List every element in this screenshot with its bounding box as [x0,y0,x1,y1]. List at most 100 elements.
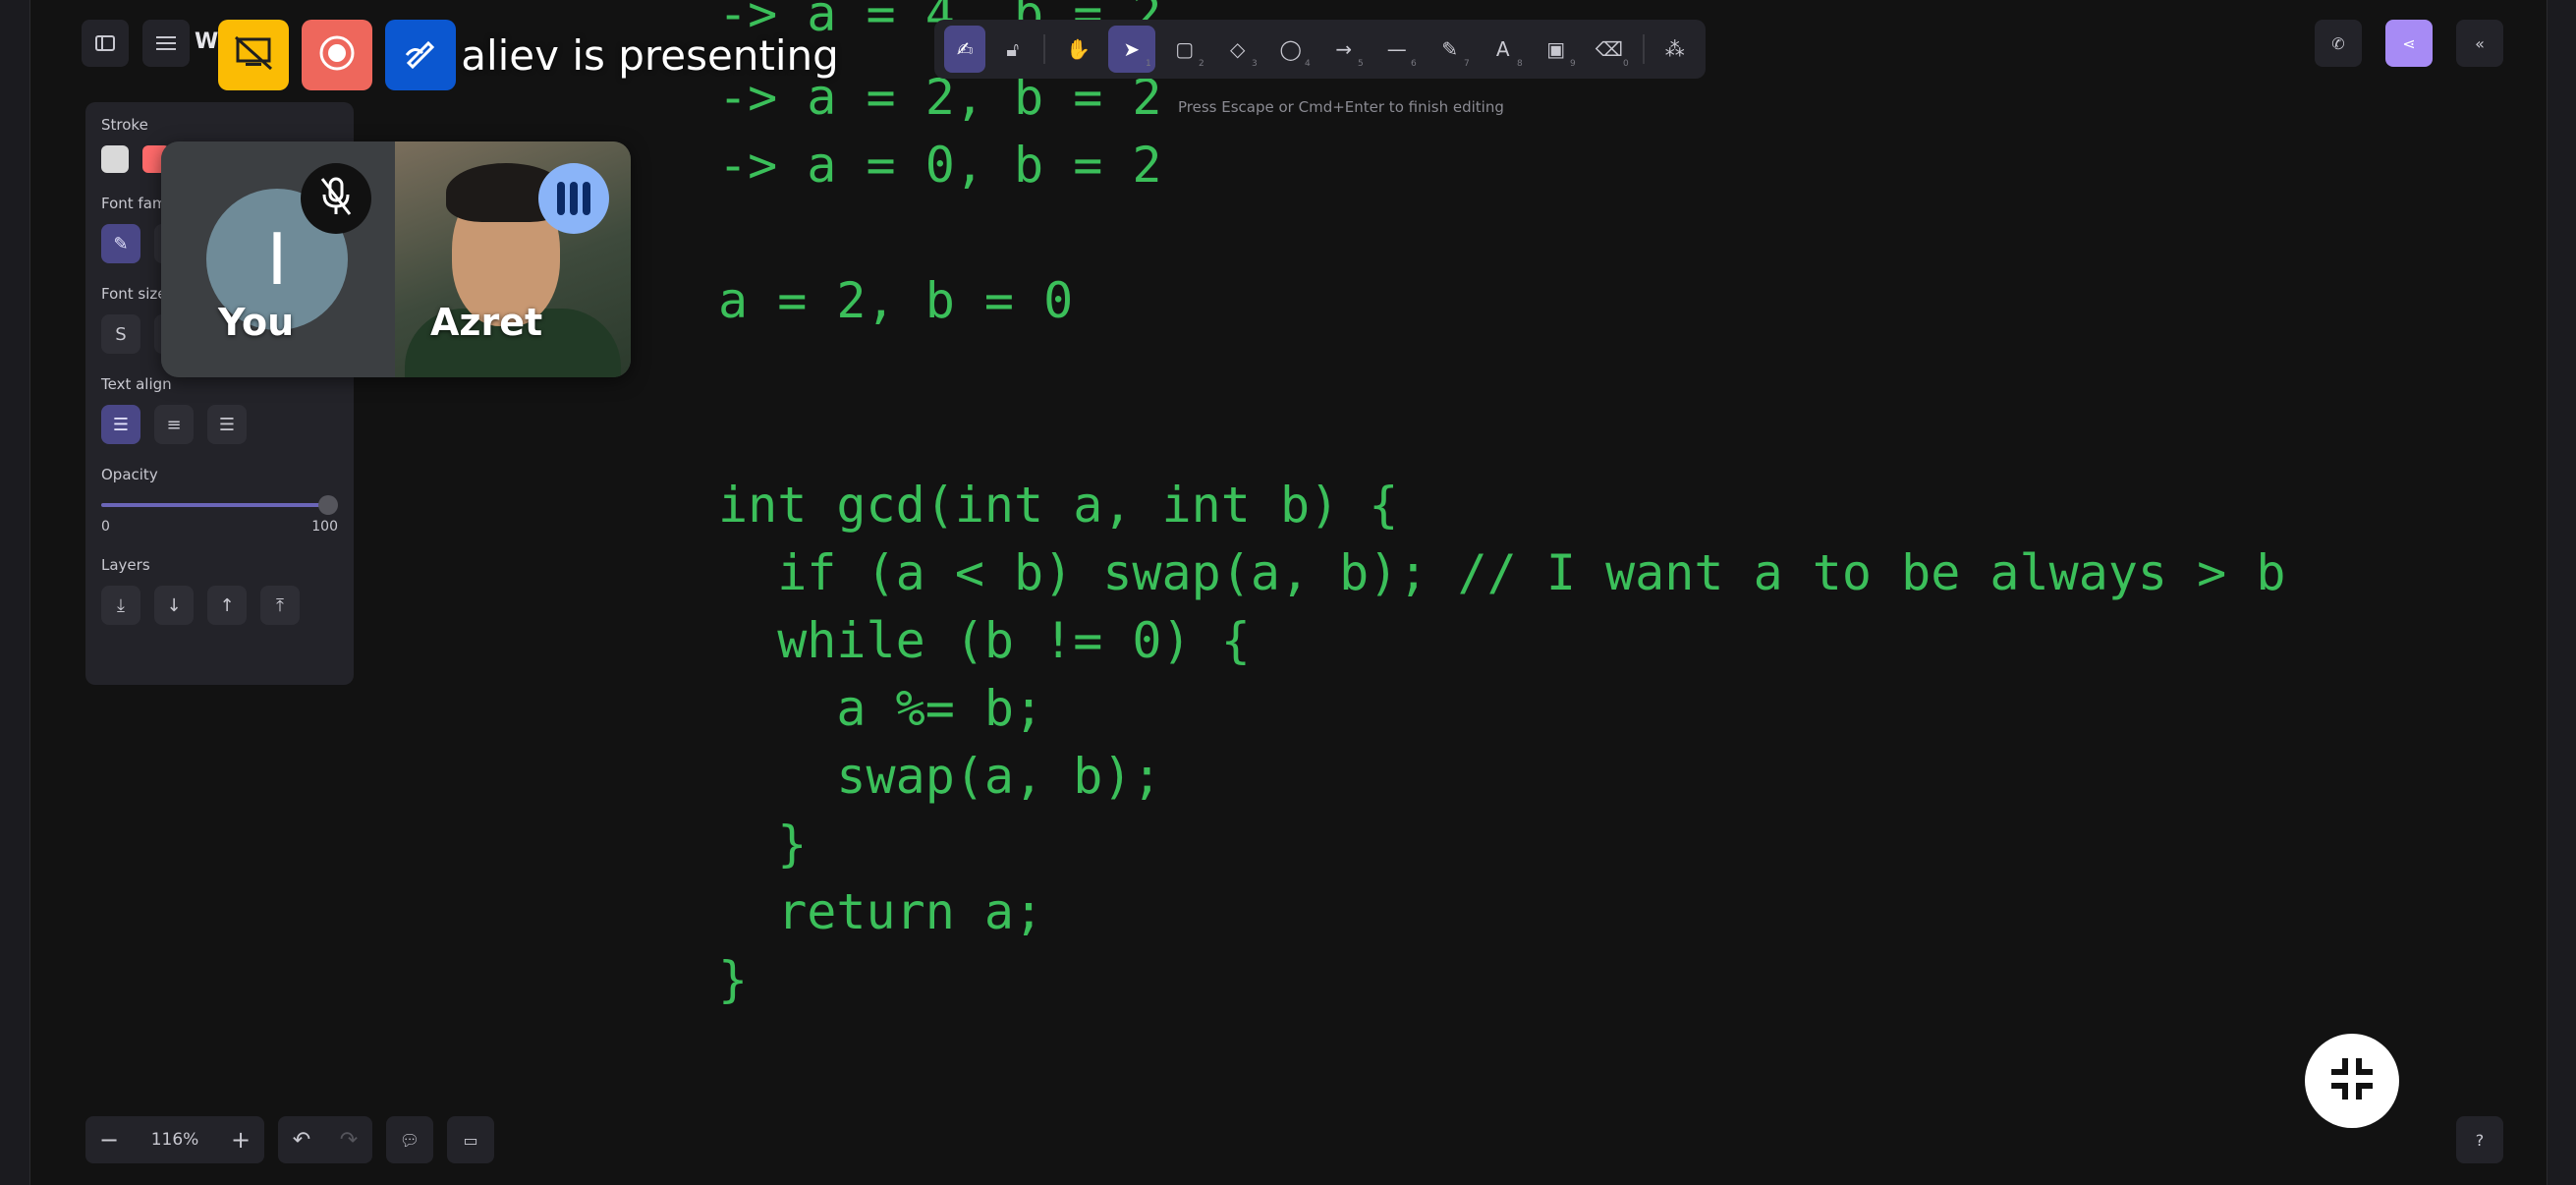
align-right-button[interactable]: ☰ [207,405,247,444]
pen-mode-button[interactable]: ✍ [944,26,986,73]
self-name: You [218,301,295,344]
tool-shortcut-key: 1 [1146,59,1151,69]
align-left-button[interactable]: ☰ [101,405,140,444]
arrow-tool-button[interactable]: → 5 [1320,26,1368,73]
audio-bar [557,182,565,215]
toolbar-divider [1642,34,1645,64]
send-to-back-button[interactable]: ⤓ [101,586,140,625]
help-button[interactable]: ? [2456,1116,2503,1163]
stop-share-icon [234,35,273,75]
board-line: if (a < b) swap(a, b); // I want a to be… [718,544,2286,601]
board-line: while (b != 0) { [718,612,1251,669]
board-line: swap(a, b); [718,748,1162,805]
zoom-out-button[interactable]: − [85,1116,133,1163]
participant-tiles[interactable]: I You Azret [161,141,631,377]
double-chevron-left-icon: « [2475,33,2485,53]
board-line: } [718,816,808,873]
drawing-toolbar: ✍ 🔓︎ ✋ ➤ 1 ▢ 2 ◇ 3 ◯ 4 → 5—6 ✎ 7 A 8 ▣ 9 ⌫ 0 ⁂ [934,20,1706,79]
pencil-icon: ✎ [113,233,129,254]
layers-label: Layers [101,556,150,574]
opacity-slider-handle[interactable] [318,495,338,515]
stroke-color-swatch[interactable] [101,145,129,173]
undo-button[interactable]: ↶ [278,1116,325,1163]
hand-tool-button[interactable]: ✋ [1055,26,1102,73]
send-backward-button[interactable]: ↓ [154,586,194,625]
image-tool-button[interactable]: ▣ 9 [1533,26,1580,73]
text-align-label: Text align [101,375,172,393]
selection-tool-button[interactable]: ➤ 1 [1107,26,1155,73]
tool-shortcut-key: 0 [1623,59,1629,69]
redo-button[interactable]: ↷ [325,1116,372,1163]
presentation-icon: ▭ [463,1130,478,1150]
share-icon: ⋖ [2402,33,2416,53]
arrow-down-icon: ↓ [166,594,182,616]
sidebar-toggle-button[interactable] [82,20,129,67]
zoom-in-button[interactable]: + [217,1116,264,1163]
opacity-max-label: 100 [311,519,338,535]
tool-shortcut-key: 8 [1517,59,1523,69]
exit-fullscreen-icon [2327,1054,2377,1107]
eraser-tool-icon: ⌫ [1595,37,1623,61]
arrow-up-icon: ↑ [219,594,235,616]
rectangle-tool-button[interactable]: ▢ 2 [1161,26,1208,73]
presentation-button[interactable]: ▭ [447,1116,494,1163]
board-line: -> a = 0, b = 2 [718,137,1162,194]
tool-shortcut-key: 6 [1411,59,1417,69]
board-line: int gcd(int a, int b) { [718,477,1399,534]
align-left-icon: ☰ [112,414,130,435]
ellipse-tool-icon: ◯ [1279,37,1302,61]
bring-to-front-button[interactable]: ⤒ [260,586,300,625]
opacity-min-label: 0 [101,519,110,535]
hand-tool-icon: ✋ [1066,37,1092,61]
bring-to-front-icon: ⤒ [276,594,284,616]
mic-muted-indicator [301,163,371,234]
lock-button[interactable]: 🔓︎ [991,26,1033,73]
presenting-label: e aliev is presenting [277,31,839,80]
tool-shortcut-key: 4 [1305,59,1311,69]
board-line: return a; [718,883,1044,940]
pencil-tool-button[interactable]: ✎ 7 [1427,26,1474,73]
history-control: ↶ ↷ [278,1116,372,1163]
diamond-tool-icon: ◇ [1230,37,1246,61]
tool-shortcut-key: 7 [1464,59,1470,69]
comment-icon: 💬︎ [399,1130,420,1150]
mic-off-icon [316,175,356,222]
selection-tool-icon: ➤ [1123,37,1141,61]
board-line: a = 2, b = 0 [718,272,1074,329]
arrow-tool-icon: → [1335,37,1353,61]
diamond-tool-button[interactable]: ◇ 3 [1214,26,1261,73]
rectangle-tool-icon: ▢ [1175,37,1195,61]
tool-shortcut-key: 5 [1358,59,1364,69]
presenter-status: aliev is presenting [461,31,839,80]
text-tool-button[interactable]: A8 [1480,26,1527,73]
zoom-level[interactable]: 116% [133,1130,217,1150]
sidebar-icon [95,35,115,51]
pen-mode-icon: ✍ [956,37,974,61]
zoom-control: − 116% + [85,1116,264,1163]
undo-icon: ↶ [292,1127,311,1153]
share-button[interactable]: ⋖ [2385,20,2433,67]
collapse-panel-button[interactable]: « [2456,20,2503,67]
font-size-small-button[interactable]: S [101,314,140,354]
exit-fullscreen-button[interactable] [2305,1034,2399,1128]
bring-forward-button[interactable]: ↑ [207,586,247,625]
toolbar-divider [1042,34,1045,64]
board-line: a %= b; [718,680,1044,737]
more-tools-button[interactable]: ⁂ [1654,26,1696,73]
opacity-slider[interactable] [101,495,338,515]
comments-button[interactable]: 💬︎ [386,1116,433,1163]
ellipse-tool-button[interactable]: ◯ 4 [1267,26,1315,73]
tool-shortcut-key: 9 [1570,59,1576,69]
line-tool-icon: — [1386,37,1407,61]
shapes-library-icon: ⁂ [1664,37,1685,61]
eraser-tool-button[interactable]: ⌫ 0 [1586,26,1633,73]
call-button[interactable]: ✆ [2315,20,2362,67]
board-line: } [718,951,749,1008]
main-menu-button[interactable] [142,20,190,67]
speaking-indicator [538,163,609,234]
line-tool-button[interactable]: —6 [1373,26,1421,73]
align-center-button[interactable]: ≡ [154,405,194,444]
audio-bar [570,182,578,215]
hamburger-icon [156,35,176,51]
font-family-handdrawn-button[interactable]: ✎ [101,224,140,263]
